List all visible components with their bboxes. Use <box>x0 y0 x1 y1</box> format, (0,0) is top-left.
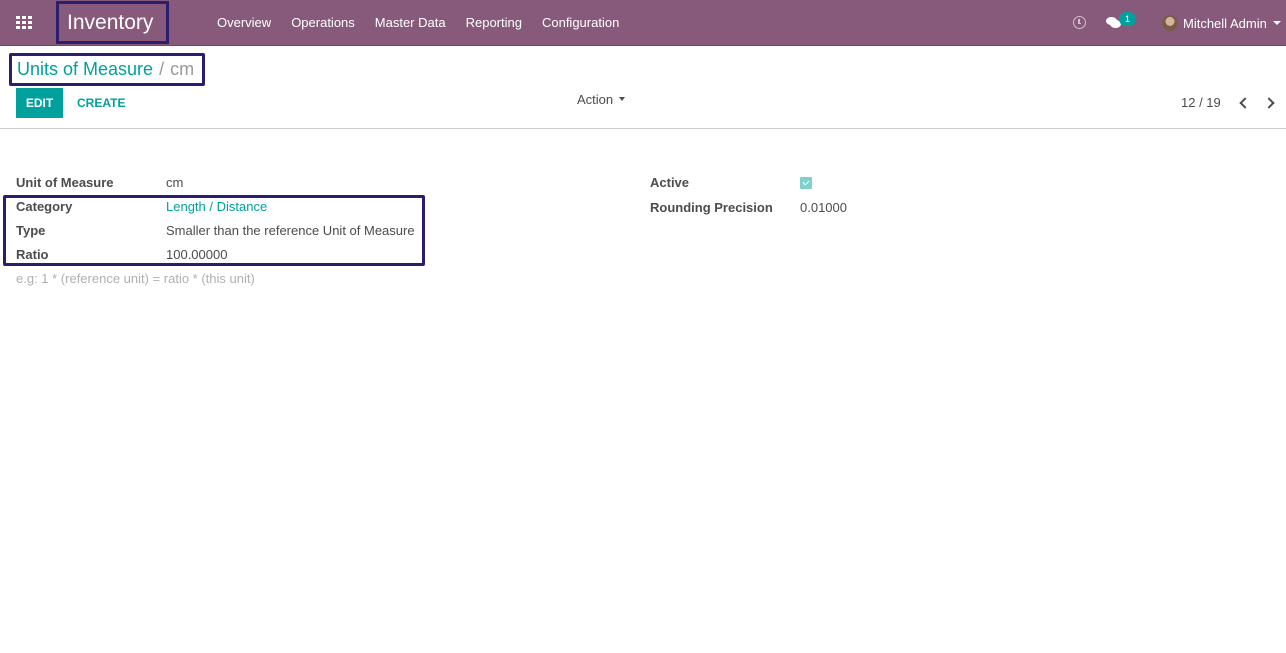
pager-value[interactable]: 12 / 19 <box>1181 95 1221 110</box>
rounding-precision-value: 0.01000 <box>800 200 847 215</box>
user-avatar <box>1162 15 1178 31</box>
breadcrumb-separator: / <box>159 59 165 79</box>
ratio-value: 100.00000 <box>166 247 228 262</box>
create-button[interactable]: CREATE <box>69 88 133 118</box>
app-brand[interactable]: Inventory <box>56 1 169 44</box>
ratio-label: Ratio <box>16 247 49 262</box>
category-link[interactable]: Length / Distance <box>166 199 267 214</box>
breadcrumb-current: cm <box>170 59 195 79</box>
edit-button[interactable]: EDIT <box>16 88 63 118</box>
breadcrumb-parent-link[interactable]: Units of Measure <box>17 59 153 80</box>
top-navbar: Inventory Overview Operations Master Dat… <box>0 0 1286 46</box>
type-label: Type <box>16 223 46 238</box>
active-checkbox <box>800 177 812 189</box>
apps-menu-icon[interactable] <box>16 16 32 29</box>
category-label: Category <box>16 199 73 214</box>
action-dropdown[interactable]: Action <box>577 90 626 108</box>
main-menu: Overview Operations Master Data Reportin… <box>207 0 629 46</box>
user-name: Mitchell Admin <box>1183 15 1267 31</box>
messages-count-badge[interactable]: 1 <box>1119 12 1136 26</box>
unit-of-measure-value: cm <box>166 175 184 190</box>
rounding-precision-label: Rounding Precision <box>650 200 773 215</box>
breadcrumb: Units of Measure / cm <box>9 53 206 86</box>
active-label: Active <box>650 175 690 190</box>
type-value: Smaller than the reference Unit of Measu… <box>166 223 415 238</box>
pager-next-icon[interactable] <box>1263 96 1277 110</box>
ratio-help-text: e.g: 1 * (reference unit) = ratio * (thi… <box>16 271 255 286</box>
action-label: Action <box>577 91 614 107</box>
menu-item-operations[interactable]: Operations <box>281 0 365 46</box>
user-menu[interactable]: Mitchell Admin <box>1162 0 1281 46</box>
pager-previous-icon[interactable] <box>1236 96 1250 110</box>
caret-down-icon <box>619 97 626 101</box>
caret-down-icon <box>1272 21 1281 25</box>
menu-item-reporting[interactable]: Reporting <box>456 0 532 46</box>
menu-item-configuration[interactable]: Configuration <box>532 0 629 46</box>
unit-of-measure-label: Unit of Measure <box>16 175 114 190</box>
activity-clock-icon[interactable] <box>1073 16 1086 29</box>
menu-item-overview[interactable]: Overview <box>207 0 281 46</box>
menu-item-master-data[interactable]: Master Data <box>365 0 456 46</box>
control-panel-divider <box>0 128 1286 129</box>
